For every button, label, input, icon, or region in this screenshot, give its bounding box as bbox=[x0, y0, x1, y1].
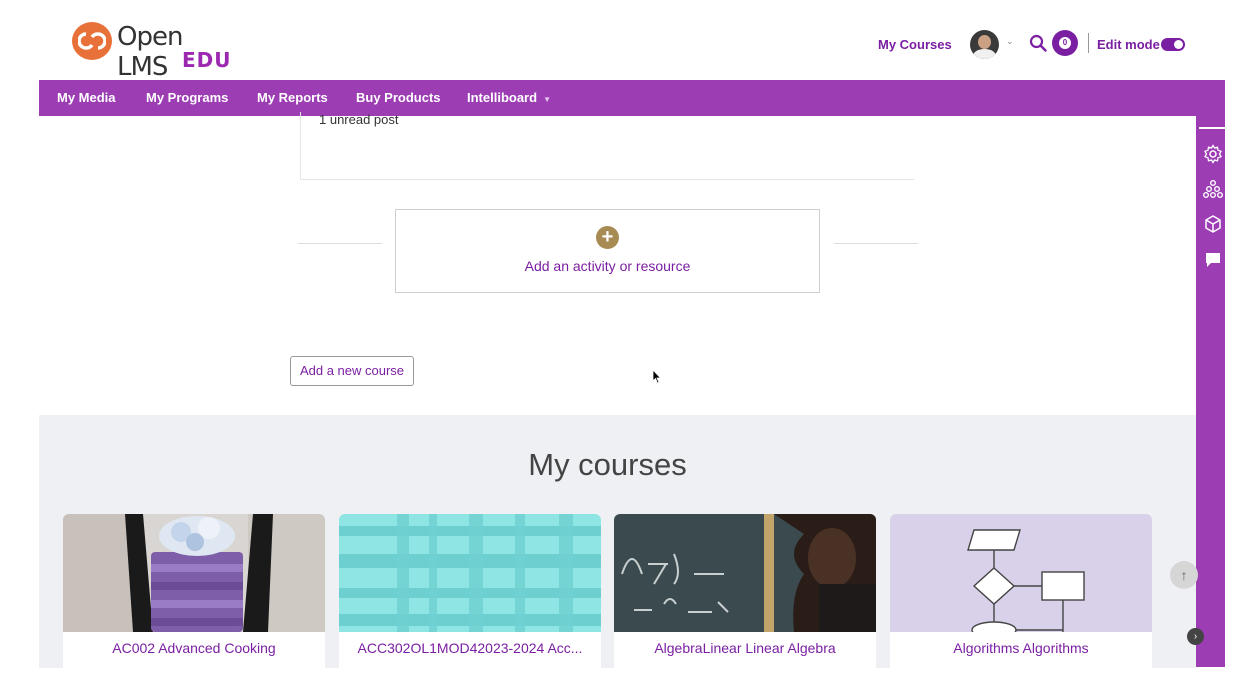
nav-item-intelliboard[interactable]: Intelliboard ▼ bbox=[467, 90, 551, 105]
logo-mark-icon bbox=[72, 22, 112, 60]
my-courses-section: My courses AC002 Advanced Cooking ACC302… bbox=[39, 415, 1196, 668]
nav-item-buy-products[interactable]: Buy Products bbox=[356, 90, 441, 105]
course-title[interactable]: ACC302OL1MOD42023-2024 Acc... bbox=[339, 640, 601, 656]
logo-edu-text: EDU bbox=[182, 48, 232, 72]
edit-mode-toggle[interactable] bbox=[1161, 38, 1185, 51]
course-card[interactable]: ACC302OL1MOD42023-2024 Acc... bbox=[339, 514, 601, 668]
course-card[interactable]: Algorithms Algorithms bbox=[890, 514, 1152, 668]
carousel-next-icon[interactable]: › bbox=[1187, 628, 1204, 645]
course-image-chalkboard bbox=[614, 514, 876, 632]
course-image-cake bbox=[63, 514, 325, 632]
search-icon[interactable] bbox=[1029, 34, 1047, 52]
add-activity-label: Add an activity or resource bbox=[524, 258, 691, 274]
nav-item-intelliboard-label: Intelliboard bbox=[467, 90, 538, 105]
site-header: Open LMS EDU My Courses ⌄ 0 Edit mode bbox=[0, 0, 1260, 82]
my-courses-heading: My courses bbox=[528, 447, 687, 482]
edit-mode-label: Edit mode bbox=[1097, 37, 1160, 52]
user-avatar[interactable] bbox=[970, 30, 999, 59]
notification-count: 0 bbox=[1059, 37, 1071, 50]
add-activity-button[interactable]: + Add an activity or resource bbox=[395, 209, 820, 293]
nav-item-my-reports[interactable]: My Reports bbox=[257, 90, 328, 105]
course-card[interactable]: AC002 Advanced Cooking bbox=[63, 514, 325, 668]
drawer-divider bbox=[1199, 127, 1225, 129]
plus-circle-icon: + bbox=[596, 226, 619, 249]
open-lms-logo[interactable]: Open LMS EDU bbox=[72, 20, 232, 82]
course-image-pattern bbox=[339, 514, 601, 632]
chevron-down-icon: ▼ bbox=[543, 95, 551, 104]
nav-item-my-programs[interactable]: My Programs bbox=[146, 90, 228, 105]
unread-post-text[interactable]: 1 unread post bbox=[319, 112, 399, 127]
course-card[interactable]: AlgebraLinear Linear Algebra bbox=[614, 514, 876, 668]
mouse-pointer-icon bbox=[652, 369, 662, 384]
course-image-flowchart bbox=[890, 514, 1152, 632]
scroll-to-top-button[interactable]: ↑ bbox=[1170, 561, 1198, 589]
primary-navigation: My Media My Programs My Reports Buy Prod… bbox=[39, 80, 1225, 116]
section-divider-left bbox=[298, 243, 382, 244]
add-new-course-button[interactable]: Add a new course bbox=[290, 356, 414, 386]
gear-icon[interactable] bbox=[1203, 144, 1223, 164]
chevron-down-icon[interactable]: ⌄ bbox=[1006, 36, 1014, 47]
sitemap-icon[interactable] bbox=[1203, 179, 1223, 199]
header-divider bbox=[1088, 33, 1089, 53]
course-title[interactable]: Algorithms Algorithms bbox=[890, 640, 1152, 656]
my-courses-link[interactable]: My Courses bbox=[878, 37, 952, 52]
nav-item-my-media[interactable]: My Media bbox=[57, 90, 116, 105]
section-divider-right bbox=[834, 243, 918, 244]
avatar-body bbox=[973, 49, 996, 59]
course-title[interactable]: AC002 Advanced Cooking bbox=[63, 640, 325, 656]
comment-icon[interactable] bbox=[1203, 250, 1223, 270]
avatar-face bbox=[978, 35, 991, 49]
toggle-knob bbox=[1174, 40, 1183, 49]
cube-icon[interactable] bbox=[1203, 214, 1223, 234]
notification-bell-icon[interactable]: 0 bbox=[1052, 30, 1078, 56]
course-title[interactable]: AlgebraLinear Linear Algebra bbox=[614, 640, 876, 656]
